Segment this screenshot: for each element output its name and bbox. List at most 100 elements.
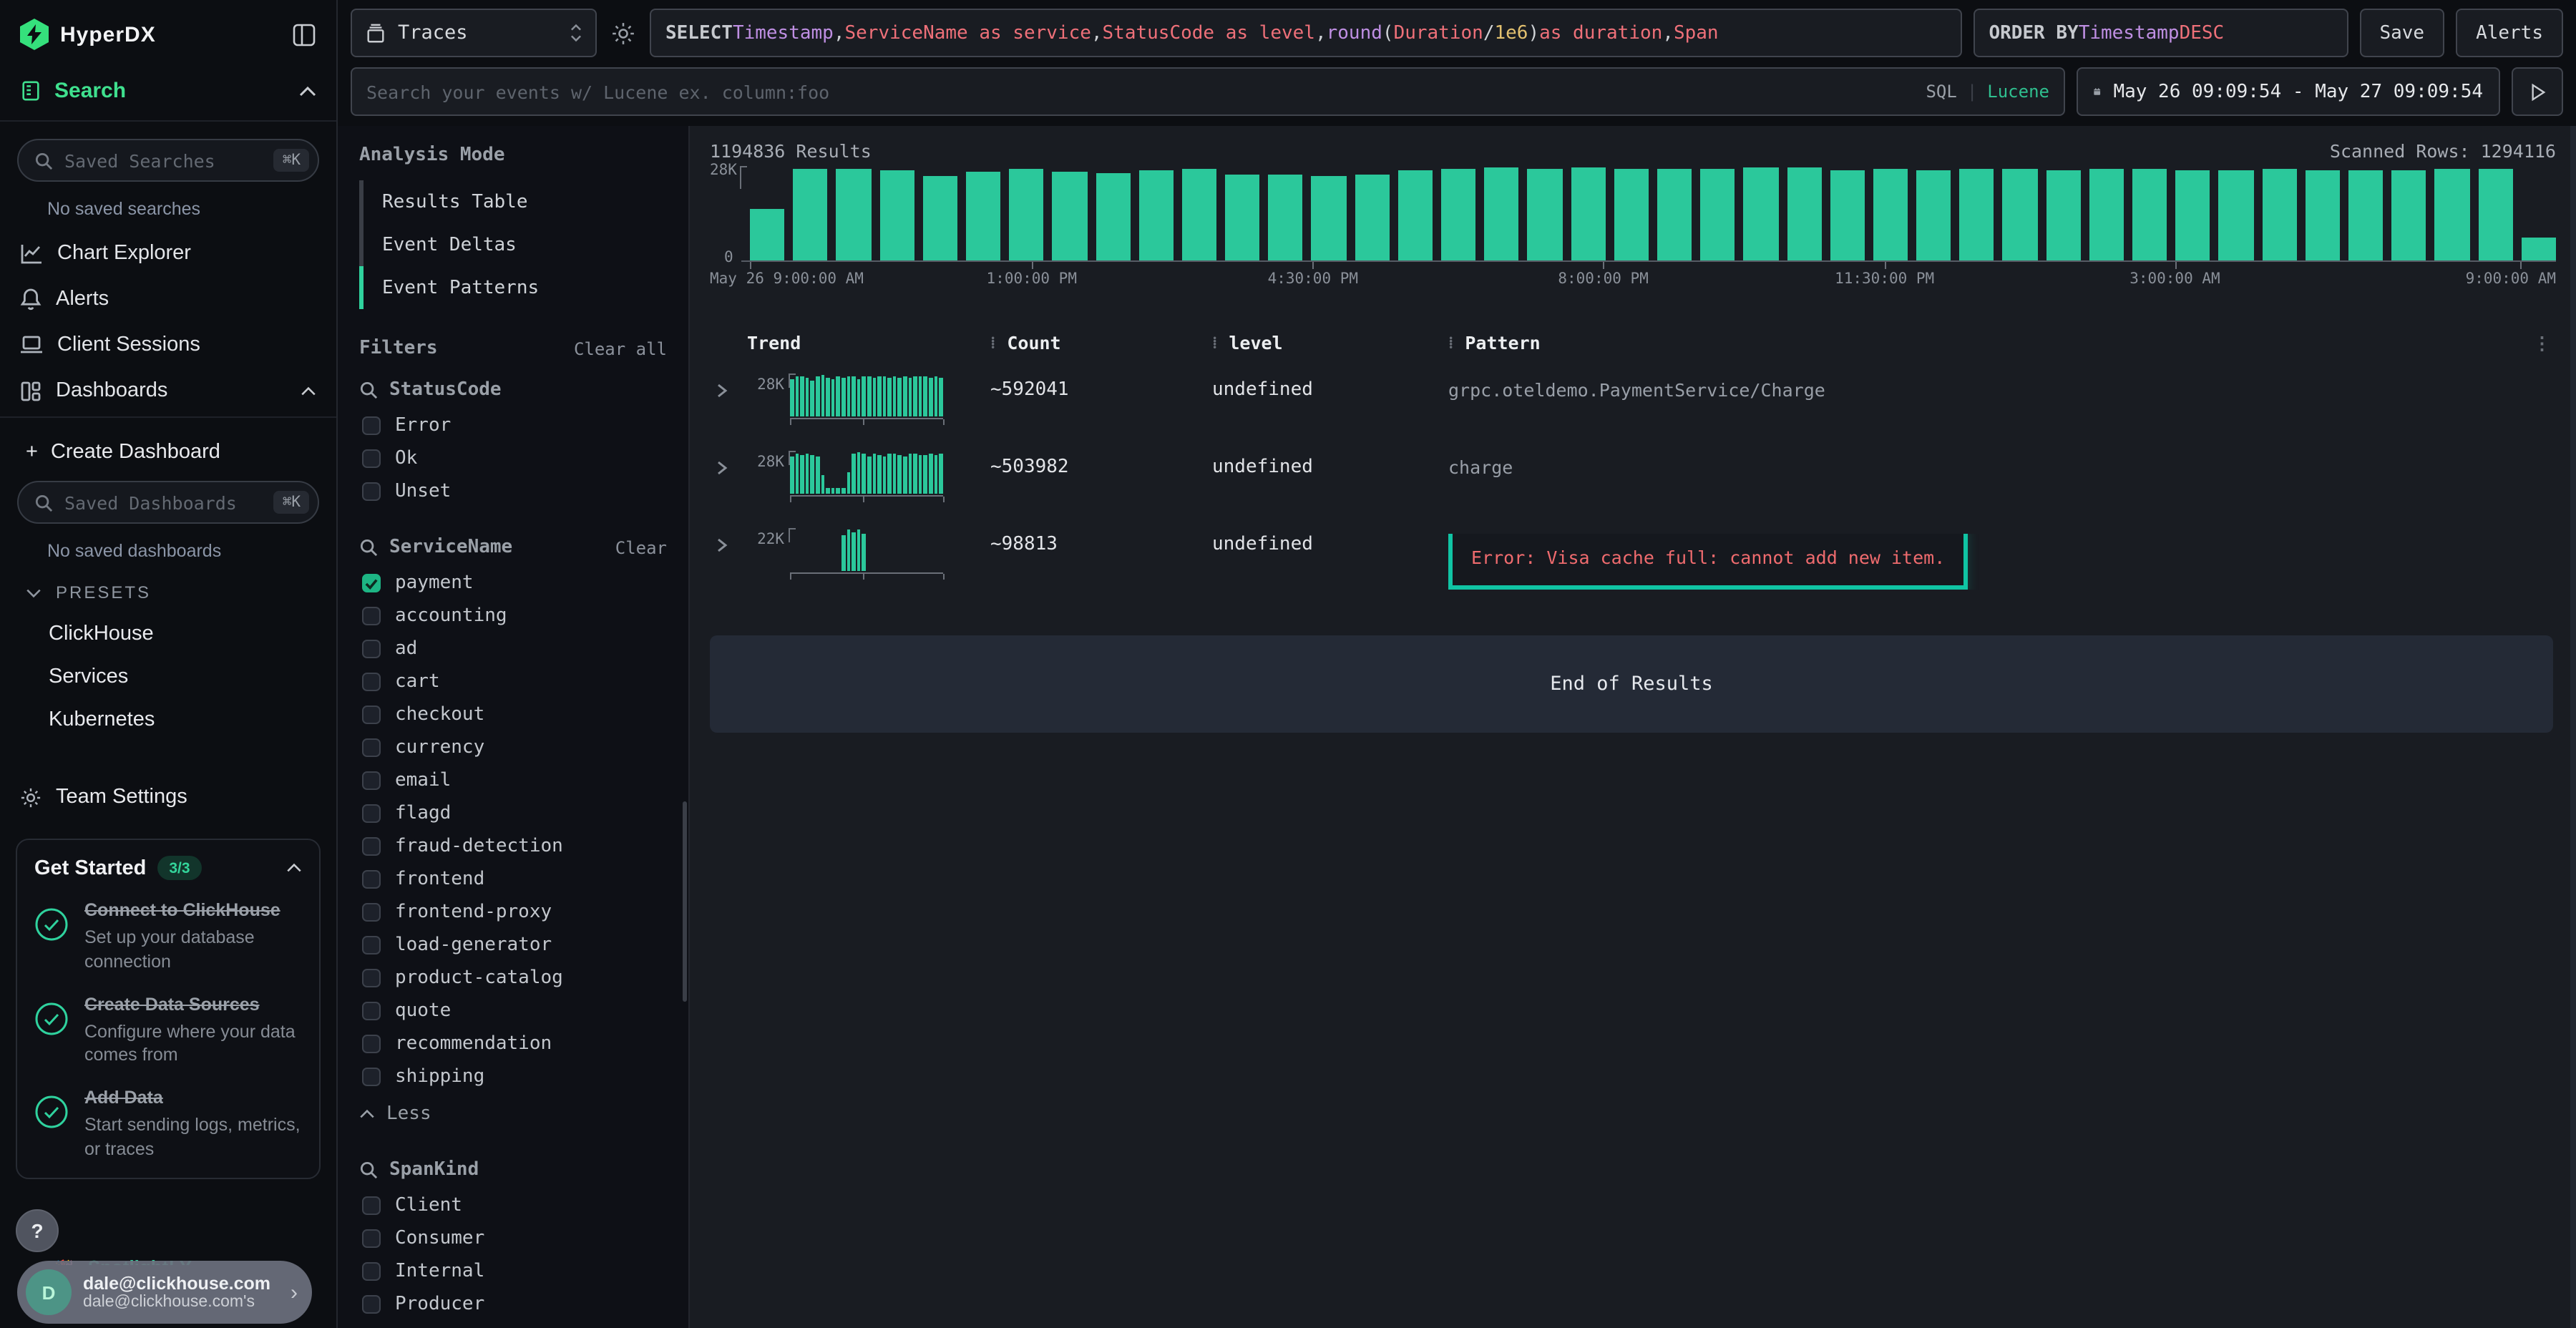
event-search-bar[interactable]: SQL | Lucene — [351, 67, 2065, 116]
histogram-bar[interactable] — [1225, 175, 1259, 260]
preset-item-kubernetes[interactable]: Kubernetes — [0, 698, 336, 741]
histogram-bar[interactable] — [1269, 175, 1303, 260]
get-started-item-title[interactable]: Add Data — [84, 1087, 302, 1111]
histogram-bar[interactable] — [2348, 170, 2383, 260]
histogram-bar[interactable] — [1960, 169, 1994, 260]
source-settings-gear-icon[interactable] — [608, 21, 638, 45]
filter-option[interactable]: load-generator — [359, 929, 667, 962]
checkbox[interactable] — [362, 837, 381, 856]
checkbox[interactable] — [362, 870, 381, 889]
histogram-bar[interactable] — [1916, 170, 1951, 260]
saved-dashboards-input[interactable]: Saved Dashboards ⌘K — [17, 481, 319, 524]
saved-searches-input[interactable]: Saved Searches ⌘K — [17, 139, 319, 182]
histogram-bar[interactable] — [1657, 168, 1692, 260]
checkbox[interactable] — [362, 607, 381, 625]
col-trend[interactable]: Trend — [747, 331, 990, 353]
sql-select-input[interactable]: SELECT Timestamp, ServiceName as service… — [650, 9, 1961, 57]
show-less-button[interactable]: Less — [359, 1096, 667, 1131]
pattern-row[interactable]: 22K~98813undefinedError: Visa cache full… — [710, 514, 2556, 610]
clear-group-button[interactable]: Clear — [615, 537, 667, 557]
checkbox[interactable] — [362, 804, 381, 823]
histogram-bar[interactable] — [2306, 171, 2340, 260]
preset-item-clickhouse[interactable]: ClickHouse — [0, 612, 336, 655]
col-pattern[interactable]: ⁞Pattern — [1448, 331, 2533, 353]
alerts-button[interactable]: Alerts — [2456, 9, 2563, 57]
histogram-bar[interactable] — [1484, 167, 1518, 260]
histogram-bar[interactable] — [2521, 238, 2555, 261]
filter-option[interactable]: email — [359, 764, 667, 797]
checkbox[interactable] — [362, 673, 381, 691]
clear-all-button[interactable]: Clear all — [574, 338, 667, 358]
histogram-bar[interactable] — [2478, 168, 2512, 260]
checkbox[interactable] — [362, 416, 381, 435]
filter-option[interactable]: Client — [359, 1189, 667, 1222]
histogram-bar[interactable] — [2262, 169, 2296, 260]
get-started-item-title[interactable]: Connect to ClickHouse — [84, 899, 302, 923]
filter-option[interactable]: Error — [359, 409, 667, 442]
chevron-up-icon[interactable] — [301, 386, 316, 396]
filter-option[interactable]: Server — [359, 1321, 667, 1328]
histogram-bar[interactable] — [1830, 170, 1864, 260]
expand-row-icon[interactable] — [713, 459, 747, 477]
get-started-item-title[interactable]: Create Data Sources — [84, 992, 302, 1017]
histogram-bar[interactable] — [2132, 170, 2167, 260]
analysis-mode-option[interactable]: Results Table — [359, 180, 667, 223]
filter-option[interactable]: accounting — [359, 600, 667, 633]
pattern-row[interactable]: 28K~503982undefinedcharge — [710, 436, 2556, 514]
histogram-bar[interactable] — [1787, 167, 1821, 260]
run-query-button[interactable] — [2512, 67, 2563, 116]
histogram-bar[interactable] — [923, 177, 957, 260]
table-menu-icon[interactable]: ⋮ — [2533, 331, 2556, 353]
preset-item-services[interactable]: Services — [0, 655, 336, 698]
chevron-up-icon[interactable] — [299, 85, 316, 97]
filter-option[interactable]: payment — [359, 567, 667, 600]
histogram-bar[interactable] — [966, 172, 1000, 260]
source-select[interactable]: Traces — [351, 9, 597, 57]
checkbox[interactable] — [362, 771, 381, 790]
sidebar-item-client-sessions[interactable]: Client Sessions — [0, 322, 336, 368]
sidebar-item-team-settings[interactable]: Team Settings — [0, 773, 336, 821]
histogram-bar[interactable] — [1614, 170, 1649, 260]
filter-option[interactable]: Ok — [359, 442, 667, 475]
filter-option[interactable]: Producer — [359, 1288, 667, 1321]
sidebar-collapse-icon[interactable] — [292, 22, 316, 47]
analysis-mode-option[interactable]: Event Deltas — [359, 223, 667, 266]
checkbox[interactable] — [362, 969, 381, 987]
checkbox[interactable] — [362, 640, 381, 658]
checkbox[interactable] — [362, 1196, 381, 1215]
highlighted-error-pattern[interactable]: Error: Visa cache full: cannot add new i… — [1448, 534, 1968, 590]
histogram-bar[interactable] — [2003, 168, 2037, 260]
histogram-bar[interactable] — [1312, 175, 1346, 260]
lang-lucene[interactable]: Lucene — [1987, 82, 2049, 102]
checkbox[interactable] — [362, 738, 381, 757]
checkbox[interactable] — [362, 1262, 381, 1281]
expand-row-icon[interactable] — [713, 537, 747, 554]
histogram-bar[interactable] — [1398, 170, 1433, 260]
drag-handle-icon[interactable]: ⁞ — [1448, 333, 1452, 351]
col-count[interactable]: ⁞Count — [990, 331, 1212, 353]
filter-option[interactable]: flagd — [359, 797, 667, 830]
histogram-bar[interactable] — [1009, 168, 1043, 260]
filter-option[interactable]: shipping — [359, 1060, 667, 1093]
filter-option[interactable]: currency — [359, 731, 667, 764]
histogram-bar[interactable] — [750, 209, 784, 260]
histogram-bar[interactable] — [2046, 170, 2080, 260]
query-language-toggle[interactable]: SQL | Lucene — [1926, 82, 2049, 102]
main-scrollbar[interactable] — [2570, 126, 2576, 1328]
histogram-bar[interactable] — [1138, 170, 1173, 260]
col-level[interactable]: ⁞level — [1212, 331, 1448, 353]
lang-sql[interactable]: SQL — [1926, 82, 1956, 102]
filter-option[interactable]: Internal — [359, 1255, 667, 1288]
histogram-bar[interactable] — [2219, 170, 2253, 260]
histogram-bar[interactable] — [2089, 169, 2124, 260]
sidebar-item-dashboards[interactable]: Dashboards — [0, 368, 336, 414]
histogram-bar[interactable] — [2435, 170, 2469, 260]
date-range-picker[interactable]: May 26 09:09:54 - May 27 09:09:54 — [2077, 67, 2500, 116]
drag-handle-icon[interactable]: ⁞ — [990, 333, 994, 351]
checkbox[interactable] — [362, 1295, 381, 1314]
histogram-bar[interactable] — [1355, 174, 1389, 260]
checkbox[interactable] — [362, 1068, 381, 1086]
order-by-input[interactable]: ORDER BY Timestamp DESC — [1973, 9, 2348, 57]
histogram-bar[interactable] — [836, 169, 871, 260]
histogram-bar[interactable] — [1873, 169, 1908, 260]
